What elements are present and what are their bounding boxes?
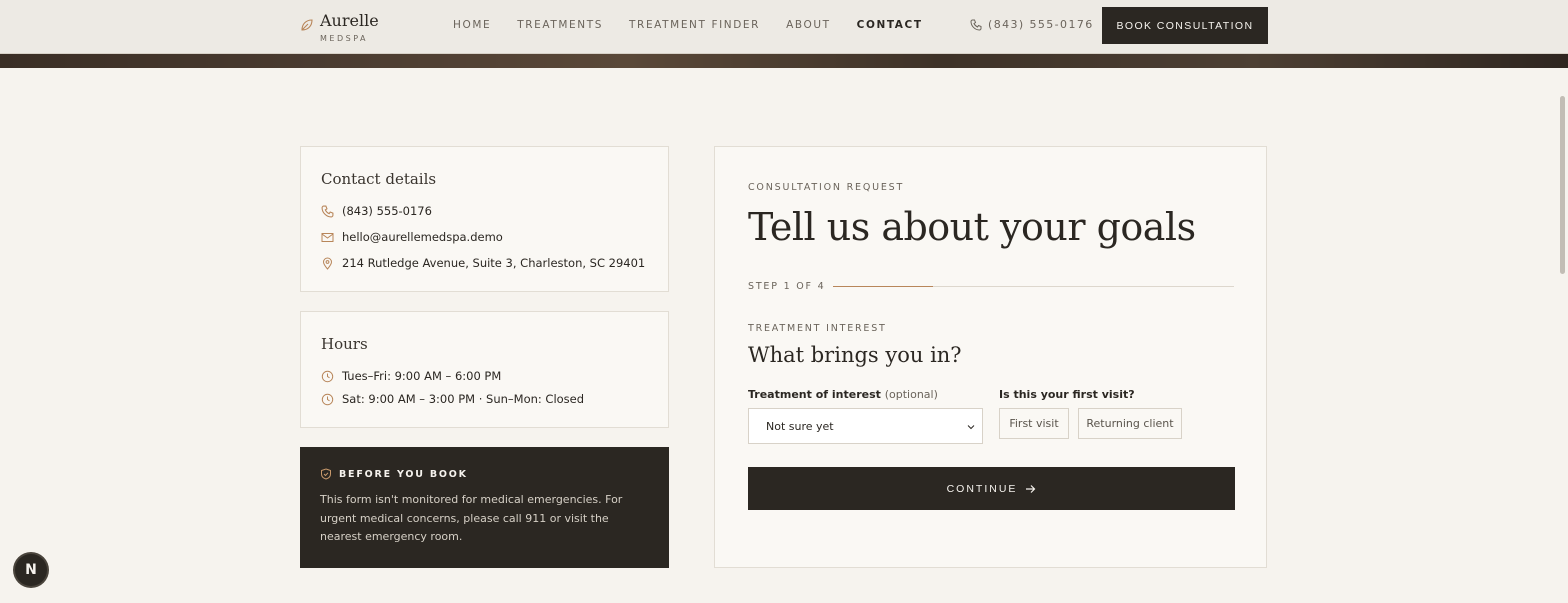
contact-address: 214 Rutledge Avenue, Suite 3, Charleston… xyxy=(342,256,646,270)
first-visit-option[interactable]: First visit xyxy=(999,408,1069,439)
step-progress-fill xyxy=(833,286,934,287)
notice-heading: BEFORE YOU BOOK xyxy=(320,468,468,480)
brand-sub: MEDSPA xyxy=(320,34,368,43)
treatment-select[interactable]: Not sure yet xyxy=(748,408,983,444)
continue-label: CONTINUE xyxy=(946,482,1018,495)
hero-image-strip xyxy=(0,54,1568,68)
section-title: What brings you in? xyxy=(748,343,962,367)
hours-title: Hours xyxy=(321,335,368,353)
treatment-optional: (optional) xyxy=(884,388,938,401)
section-eyebrow: TREATMENT INTEREST xyxy=(748,323,887,334)
nav-treatment-finder[interactable]: TREATMENT FINDER xyxy=(629,19,760,31)
contact-details-card: Contact details (843) 555-0176 hello@aur… xyxy=(300,146,669,292)
step-indicator: STEP 1 OF 4 xyxy=(748,281,826,292)
step-progress-bar xyxy=(833,286,1234,287)
site-header: Aurelle MEDSPA HOME TREATMENTS TREATMENT… xyxy=(0,0,1568,54)
contact-title: Contact details xyxy=(321,170,437,188)
map-pin-icon xyxy=(322,257,333,270)
phone-icon xyxy=(321,205,334,217)
hours-row: Tues–Fri: 9:00 AM – 6:00 PM xyxy=(321,369,501,383)
hours-line-2: Sat: 9:00 AM – 3:00 PM · Sun–Mon: Closed xyxy=(342,392,585,406)
returning-client-option[interactable]: Returning client xyxy=(1078,408,1182,439)
leaf-icon xyxy=(301,19,313,31)
first-visit-label: Is this your first visit? xyxy=(999,388,1135,401)
contact-phone-row[interactable]: (843) 555-0176 xyxy=(321,204,432,218)
logo[interactable]: Aurelle MEDSPA xyxy=(300,12,379,43)
form-eyebrow: CONSULTATION REQUEST xyxy=(748,182,905,193)
phone-icon xyxy=(970,19,982,31)
chevron-down-icon xyxy=(967,425,975,430)
continue-button[interactable]: CONTINUE xyxy=(748,467,1235,510)
treatment-label-text: Treatment of interest xyxy=(748,388,881,401)
mail-icon xyxy=(321,232,334,242)
header-phone[interactable]: (843) 555-0176 xyxy=(970,18,1094,31)
book-consultation-button[interactable]: BOOK CONSULTATION xyxy=(1102,7,1268,44)
before-you-book-notice: BEFORE YOU BOOK This form isn't monitore… xyxy=(300,447,669,568)
hours-row: Sat: 9:00 AM – 3:00 PM · Sun–Mon: Closed xyxy=(321,392,584,406)
consultation-form-card: CONSULTATION REQUEST Tell us about your … xyxy=(714,146,1267,568)
brand-name: Aurelle xyxy=(320,11,379,30)
treatment-select-value: Not sure yet xyxy=(766,419,834,433)
notice-title: BEFORE YOU BOOK xyxy=(339,468,468,480)
dev-badge[interactable]: N xyxy=(15,554,47,586)
hours-line-1: Tues–Fri: 9:00 AM – 6:00 PM xyxy=(342,369,502,383)
page-scrollbar[interactable] xyxy=(1560,96,1565,274)
treatment-label: Treatment of interest (optional) xyxy=(748,388,938,401)
main-nav: HOME TREATMENTS TREATMENT FINDER ABOUT C… xyxy=(453,19,949,31)
contact-email-row[interactable]: hello@aurellemedspa.demo xyxy=(321,230,503,244)
contact-email: hello@aurellemedspa.demo xyxy=(342,230,503,244)
nav-home[interactable]: HOME xyxy=(453,19,491,31)
nav-about[interactable]: ABOUT xyxy=(786,19,831,31)
contact-address-row: 214 Rutledge Avenue, Suite 3, Charleston… xyxy=(321,256,645,270)
clock-icon xyxy=(321,393,334,405)
hours-card: Hours Tues–Fri: 9:00 AM – 6:00 PM Sat: 9… xyxy=(300,311,669,428)
notice-text: This form isn't monitored for medical em… xyxy=(320,493,623,543)
shield-check-icon xyxy=(321,468,331,480)
nav-treatments[interactable]: TREATMENTS xyxy=(517,19,603,31)
arrow-right-icon xyxy=(1026,484,1036,493)
header-phone-text: (843) 555-0176 xyxy=(988,18,1094,31)
clock-icon xyxy=(321,370,334,382)
contact-phone: (843) 555-0176 xyxy=(342,204,432,218)
nav-contact[interactable]: CONTACT xyxy=(857,19,923,31)
form-title: Tell us about your goals xyxy=(748,205,1196,249)
